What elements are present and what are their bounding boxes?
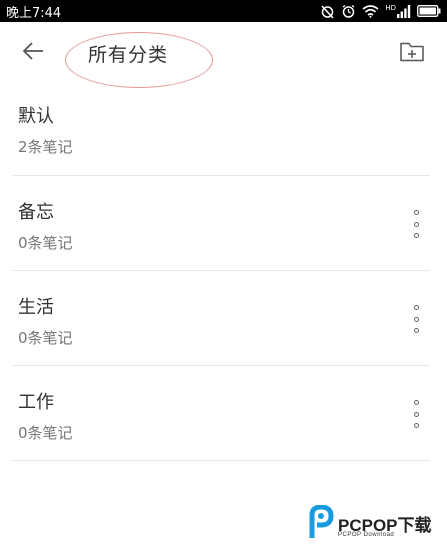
category-note-count: 0条笔记: [18, 424, 73, 442]
category-item-default[interactable]: 默认 2条笔记: [12, 80, 430, 176]
category-item-work[interactable]: 工作 0条笔记: [12, 366, 430, 461]
category-name: 备忘: [18, 202, 54, 223]
category-item-memo[interactable]: 备忘 0条笔记: [12, 176, 430, 271]
category-item-life[interactable]: 生活 0条笔记: [12, 271, 430, 366]
watermark: PCPOP下载 PCPOP Download: [308, 505, 443, 547]
alarm-off-icon: [321, 4, 334, 19]
status-bar: 晚上7:44 HD: [0, 0, 447, 22]
more-vert-icon: [413, 210, 419, 215]
arrow-left-icon: [22, 42, 43, 60]
category-name: 生活: [18, 297, 54, 318]
app-header: 所有分类: [0, 22, 447, 88]
more-options-button[interactable]: [408, 400, 424, 428]
hd-label: HD: [385, 3, 396, 12]
category-name: 工作: [18, 392, 54, 413]
hd-signal-icon: HD: [385, 3, 411, 18]
alarm-icon: [342, 4, 355, 18]
more-vert-icon: [413, 400, 419, 405]
status-time: 晚上7:44: [6, 5, 62, 21]
pcpop-logo-icon: [309, 505, 334, 538]
screen: 晚上7:44 HD 所有分类 默认 2条笔记 备忘 0条笔记 生活 0条笔记 工…: [0, 0, 447, 550]
folder-add-icon: [400, 42, 424, 61]
more-options-button[interactable]: [408, 210, 424, 238]
watermark-sub: PCPOP Download: [338, 532, 395, 538]
more-vert-icon: [413, 305, 419, 310]
wifi-icon: [362, 5, 379, 18]
add-category-button[interactable]: [398, 38, 426, 64]
back-button[interactable]: [20, 40, 46, 62]
category-note-count: 2条笔记: [18, 138, 73, 156]
category-name: 默认: [18, 106, 54, 127]
battery-icon: [417, 5, 441, 17]
status-icons: HD: [320, 4, 441, 19]
category-note-count: 0条笔记: [18, 234, 73, 252]
category-list: 默认 2条笔记 备忘 0条笔记 生活 0条笔记 工作 0条笔记: [0, 80, 447, 461]
category-note-count: 0条笔记: [18, 329, 73, 347]
more-options-button[interactable]: [408, 305, 424, 333]
page-title: 所有分类: [88, 44, 169, 66]
